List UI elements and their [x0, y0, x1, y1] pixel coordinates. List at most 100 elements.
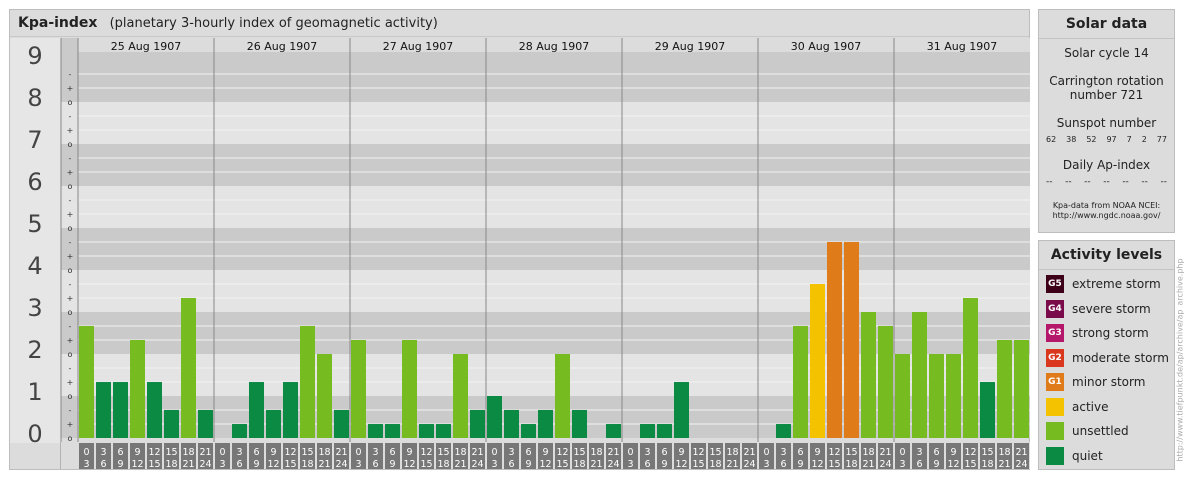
time-end-label: 12	[675, 459, 687, 470]
time-end-label: 6	[916, 459, 922, 470]
y-tick-label: 8	[27, 84, 42, 112]
time-start-label: 12	[828, 447, 840, 458]
kp-bar	[249, 382, 264, 438]
time-end-label: 24	[607, 459, 619, 470]
time-end-label: 15	[964, 459, 976, 470]
kp-bar	[895, 354, 910, 438]
ap-value: --	[1065, 177, 1072, 187]
time-start-label: 21	[471, 447, 483, 458]
time-start-label: 3	[644, 447, 650, 458]
time-start-label: 15	[845, 447, 857, 458]
level-g4: G4 severe storm	[1039, 297, 1174, 322]
kp-bar	[776, 424, 791, 438]
time-end-label: 18	[573, 459, 585, 470]
time-start-label: 0	[899, 447, 905, 458]
time-start-label: 3	[236, 447, 242, 458]
time-end-label: 6	[236, 459, 242, 470]
kp-bar	[912, 312, 927, 438]
band	[61, 102, 1030, 144]
ap-values: -- -- -- -- -- -- --	[1039, 177, 1174, 187]
day-label: 26 Aug 1907	[247, 40, 317, 53]
kp-bar	[334, 409, 349, 438]
kp-bar	[113, 382, 128, 438]
level-quiet: quiet	[1039, 444, 1174, 469]
time-start-label: 12	[148, 447, 160, 458]
activity-level-list: G5 extreme storm G4 severe storm G3 stro…	[1039, 270, 1174, 468]
day-label: 27 Aug 1907	[383, 40, 453, 53]
y-minor-tick: -	[69, 196, 72, 205]
day-label: 28 Aug 1907	[519, 40, 589, 53]
time-end-label: 18	[301, 459, 313, 470]
level-swatch: G2	[1046, 348, 1064, 367]
y-minor-tick: o	[68, 266, 73, 275]
kp-bar	[606, 424, 621, 438]
sunspot-value: 2	[1141, 135, 1147, 144]
y-minor-tick: +	[67, 126, 74, 135]
source-line2[interactable]: http://www.ngdc.noaa.gov/	[1039, 211, 1174, 221]
kp-bar	[385, 424, 400, 438]
time-end-label: 12	[539, 459, 551, 470]
time-end-label: 21	[998, 459, 1010, 470]
y-minor-tick: -	[69, 70, 72, 79]
band	[61, 270, 1030, 312]
band	[61, 60, 1030, 102]
kp-bar	[997, 340, 1012, 438]
level-label: minor storm	[1072, 375, 1146, 390]
level-unsettled: unsettled	[1039, 419, 1174, 444]
kp-bar	[232, 424, 247, 438]
time-end-label: 18	[165, 459, 177, 470]
time-end-label: 12	[403, 459, 415, 470]
time-end-label: 9	[525, 459, 531, 470]
y-minor-tick: -	[69, 322, 72, 331]
time-start-label: 18	[182, 447, 194, 458]
kp-bar	[402, 340, 417, 438]
time-end-label: 18	[437, 459, 449, 470]
kp-bar	[96, 382, 111, 438]
time-end-label: 9	[933, 459, 939, 470]
time-start-label: 15	[981, 447, 993, 458]
y-minor-tick: o	[68, 224, 73, 233]
time-start-label: 15	[165, 447, 177, 458]
kp-bar	[317, 354, 332, 438]
time-end-label: 18	[981, 459, 993, 470]
day-label: 31 Aug 1907	[927, 40, 997, 53]
time-start-label: 12	[556, 447, 568, 458]
level-label: quiet	[1072, 448, 1103, 463]
source-url-text[interactable]: http://www.tiefpunkt.de/ap/archive/ap_ar…	[1176, 258, 1184, 461]
kp-bar	[351, 340, 366, 438]
time-start-label: 0	[627, 447, 633, 458]
activity-levels-legend: Activity levels G5 extreme storm G4 seve…	[1038, 240, 1175, 470]
time-start-label: 9	[134, 447, 140, 458]
sunspot-value: 52	[1086, 135, 1097, 144]
level-swatch: G3	[1046, 324, 1064, 343]
time-start-label: 21	[199, 447, 211, 458]
kp-bar	[436, 424, 451, 438]
level-label: severe storm	[1072, 301, 1151, 316]
time-start-label: 0	[491, 447, 497, 458]
time-end-label: 24	[1015, 459, 1027, 470]
time-end-label: 6	[372, 459, 378, 470]
band	[61, 144, 1030, 186]
day-label: 25 Aug 1907	[111, 40, 181, 53]
sunspot-title: Sunspot number	[1056, 116, 1157, 130]
time-end-label: 21	[454, 459, 466, 470]
y-minor-tick: -	[69, 238, 72, 247]
ap-value: --	[1046, 177, 1053, 187]
kp-bar	[198, 409, 213, 438]
sunspot-value: 77	[1156, 135, 1167, 144]
ap-title: Daily Ap-index	[1062, 158, 1151, 172]
time-end-label: 15	[556, 459, 568, 470]
level-label: strong storm	[1072, 326, 1149, 341]
time-end-label: 15	[692, 459, 704, 470]
y-minor-tick: +	[67, 294, 74, 303]
kp-bar	[657, 424, 672, 438]
time-start-label: 6	[253, 447, 259, 458]
y-minor-tick: -	[69, 112, 72, 121]
ap-value: --	[1084, 177, 1091, 187]
sunspot-value: 62	[1046, 135, 1057, 144]
time-start-label: 15	[573, 447, 585, 458]
time-end-label: 6	[100, 459, 106, 470]
time-start-label: 21	[607, 447, 619, 458]
time-end-label: 24	[879, 459, 891, 470]
kp-bar	[963, 298, 978, 438]
